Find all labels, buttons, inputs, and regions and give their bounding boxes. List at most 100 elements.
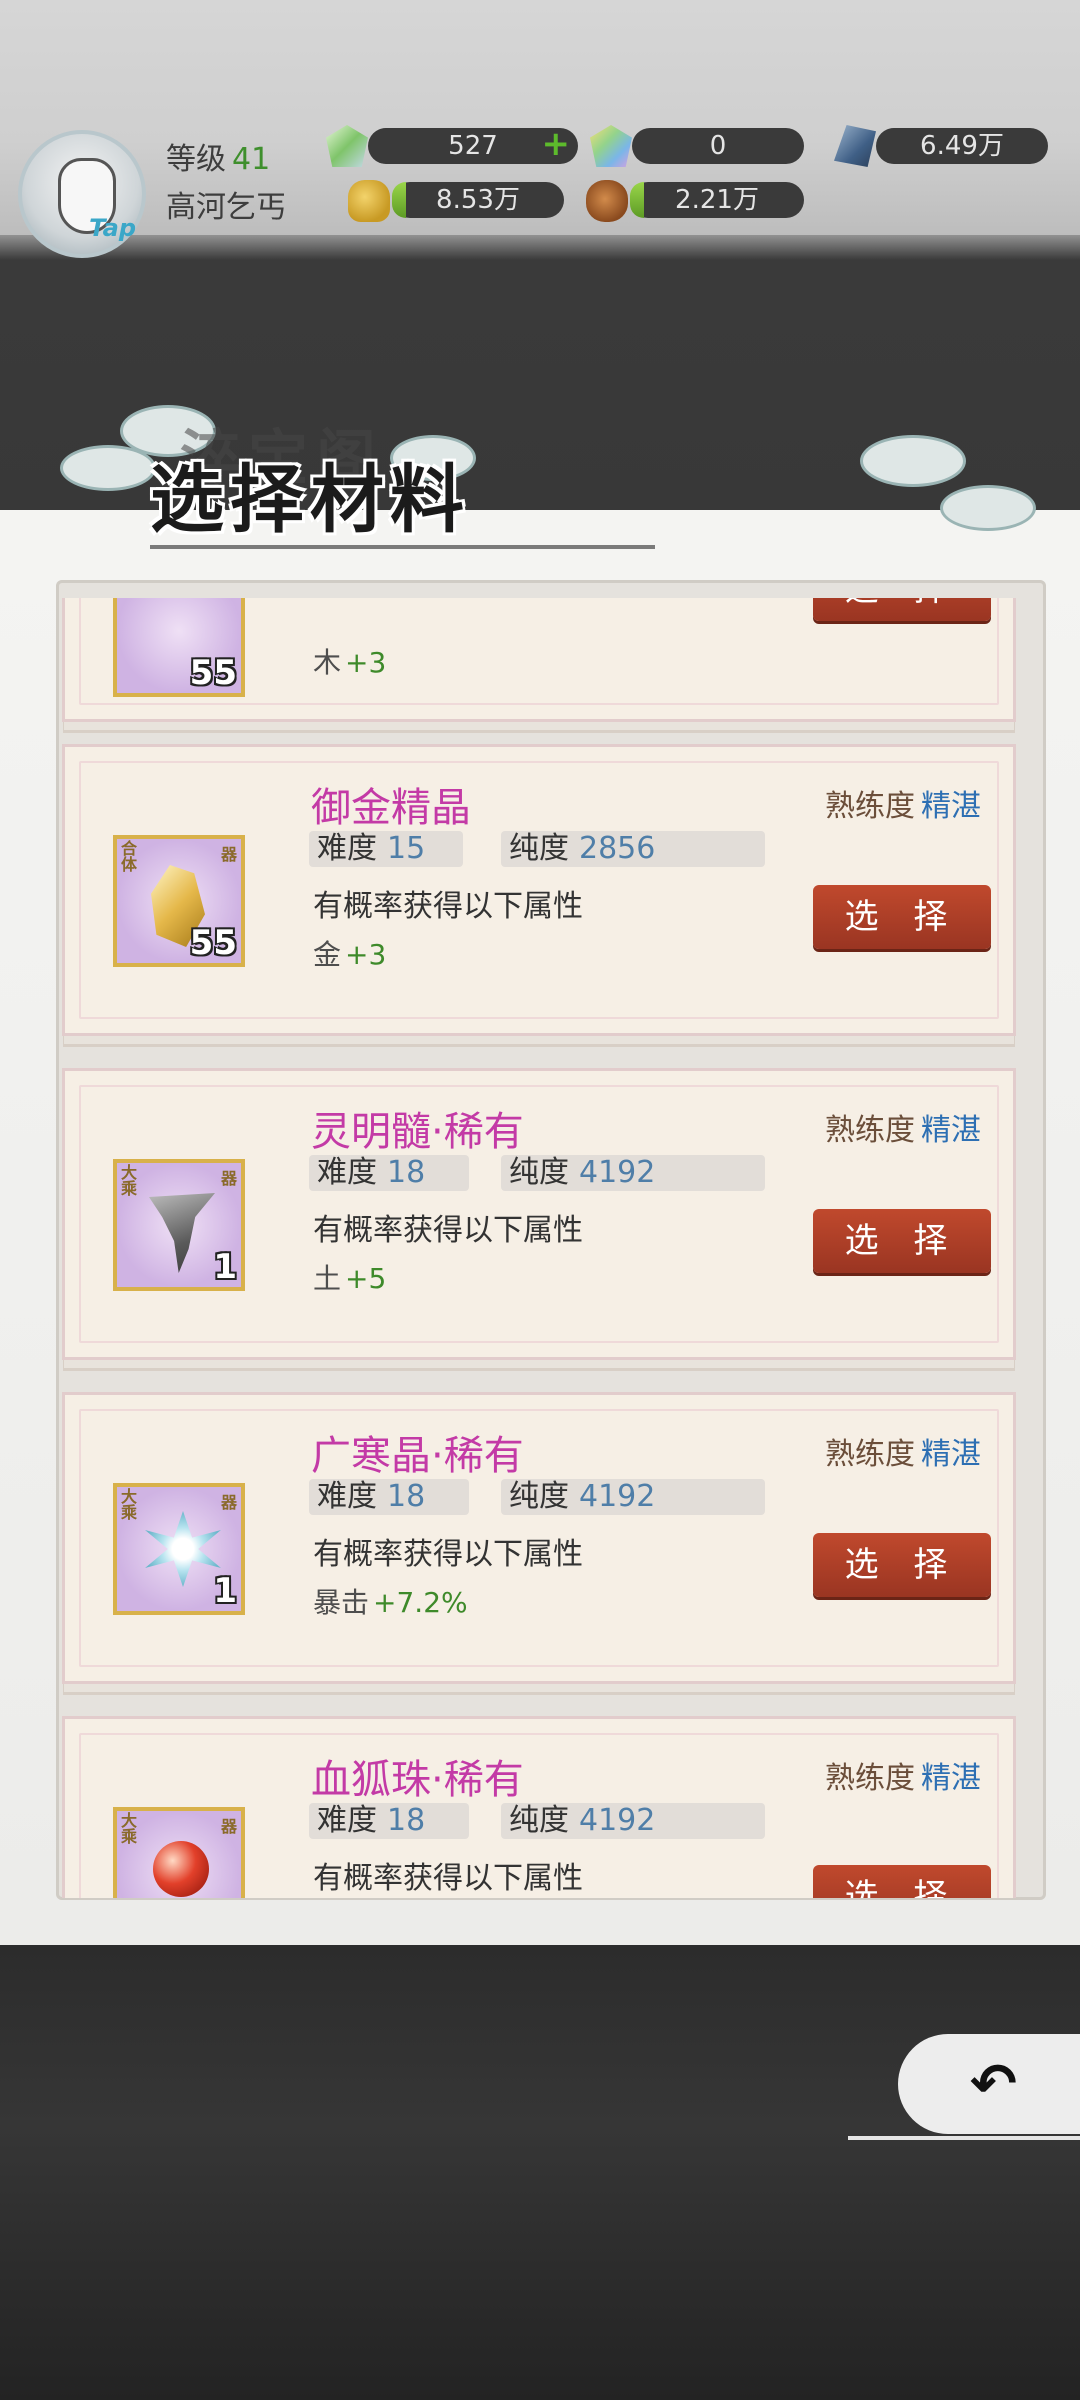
attribute-bonus: +3 <box>345 646 387 679</box>
proficiency-label: 熟练度 <box>825 1437 915 1472</box>
purity-value: 4192 <box>579 1155 656 1190</box>
purity-stat: 纯度 4192 <box>501 1803 765 1839</box>
attribute-name: 土 <box>313 1262 342 1295</box>
gold-fill <box>392 182 406 218</box>
realm-badge: 大乘 <box>121 1811 138 1846</box>
material-name: 广寒晶·稀有 <box>311 1433 524 1479</box>
material-card-1: 合体 器 55 御金精晶 熟练度 精湛 难度 15 纯度 2856 有概率获得以下属性… <box>62 744 1016 1036</box>
proficiency-label: 熟练度 <box>825 789 915 824</box>
plus-icon[interactable]: + <box>542 126 571 162</box>
gold-icon <box>348 180 390 222</box>
difficulty-label: 难度 <box>317 1155 377 1190</box>
blue-crystal-value: 6.49万 <box>920 131 1004 161</box>
attribute-name: 木 <box>313 646 342 679</box>
jade-value: 527 <box>448 131 498 161</box>
purity-stat: 纯度 2856 <box>501 831 765 867</box>
select-button[interactable]: 选 择 <box>813 598 991 621</box>
material-card-2: 大乘 器 1 灵明髓·稀有 熟练度 精湛 难度 18 纯度 4192 有概率获得以下属… <box>62 1068 1016 1360</box>
proficiency-value: 精湛 <box>921 1761 981 1796</box>
proficiency: 熟练度 精湛 <box>825 1753 981 1797</box>
rainbow-jade-counter: 0 <box>632 128 804 164</box>
material-quantity: 1 <box>213 1571 237 1611</box>
material-icon-box[interactable]: 大乘 器 1 <box>113 1483 245 1615</box>
level-label: 等级 41 <box>166 134 270 178</box>
avatar[interactable]: Tap <box>18 130 146 258</box>
proficiency-value: 精湛 <box>921 1437 981 1472</box>
attribute-name: 金 <box>313 938 342 971</box>
avatar-badge: Tap <box>89 214 136 242</box>
attribute-bonus: +3 <box>345 938 387 971</box>
purity-value: 4192 <box>579 1479 656 1514</box>
back-button[interactable]: ↶ <box>848 2034 1080 2140</box>
material-quantity: 1 <box>213 1247 237 1287</box>
material-card-0: 55 木+3 选 择 <box>62 598 1016 722</box>
purity-value: 2856 <box>579 831 656 866</box>
material-name: 御金精晶 <box>311 785 471 831</box>
material-card-4: 大乘 器 血狐珠·稀有 熟练度 精湛 难度 18 纯度 4192 有概率获得以下属性 … <box>62 1716 1016 1898</box>
difficulty-label: 难度 <box>317 1479 377 1514</box>
red-orb-icon <box>153 1841 209 1897</box>
proficiency: 熟练度 精湛 <box>825 1105 981 1149</box>
material-name: 血狐珠·稀有 <box>311 1757 524 1803</box>
purity-label: 纯度 <box>509 1155 569 1190</box>
select-button[interactable]: 选 择 <box>813 1533 991 1597</box>
bag-icon <box>586 180 628 222</box>
level-text: 等级 <box>166 142 226 177</box>
material-description: 有概率获得以下属性 <box>313 1861 583 1896</box>
equip-icon: 器 <box>220 1493 237 1512</box>
bag-value: 2.21万 <box>675 185 759 215</box>
proficiency: 熟练度 精湛 <box>825 781 981 825</box>
material-description: 有概率获得以下属性 <box>313 889 583 924</box>
difficulty-label: 难度 <box>317 1803 377 1838</box>
material-icon-box[interactable]: 55 <box>113 598 245 697</box>
proficiency-value: 精湛 <box>921 789 981 824</box>
difficulty-label: 难度 <box>317 831 377 866</box>
gold-value: 8.53万 <box>436 185 520 215</box>
purity-label: 纯度 <box>509 1803 569 1838</box>
attribute-bonus: +7.2% <box>373 1586 468 1619</box>
level-value: 41 <box>232 142 271 177</box>
back-underline <box>848 2136 1080 2140</box>
material-list[interactable]: 55 木+3 选 择 合体 器 55 御金精晶 熟练度精湛 难度15 纯度285… <box>60 598 1020 1898</box>
material-attribute: 暴击 +7.2% <box>313 1581 468 1621</box>
jade-counter: 527 + <box>368 126 578 164</box>
equip-icon: 器 <box>220 1817 237 1836</box>
equip-icon: 器 <box>220 845 237 864</box>
material-attribute: 木 +3 <box>313 641 386 681</box>
material-attribute: 土 +5 <box>313 1257 386 1297</box>
difficulty-value: 18 <box>387 1803 426 1838</box>
purity-stat: 纯度 4192 <box>501 1155 765 1191</box>
material-name: 灵明髓·稀有 <box>311 1109 524 1155</box>
select-button[interactable]: 选 择 <box>813 1865 991 1898</box>
select-button[interactable]: 选 择 <box>813 1209 991 1273</box>
rainbow-jade-icon <box>590 125 632 167</box>
material-icon-box[interactable]: 大乘 器 <box>113 1807 245 1898</box>
blue-crystal-icon <box>834 125 876 167</box>
material-description: 有概率获得以下属性 <box>313 1537 583 1572</box>
material-attribute: 金 +3 <box>313 933 386 973</box>
difficulty-value: 18 <box>387 1155 426 1190</box>
material-quantity: 55 <box>189 923 237 963</box>
select-button[interactable]: 选 择 <box>813 885 991 949</box>
proficiency-value: 精湛 <box>921 1113 981 1148</box>
proficiency-label: 熟练度 <box>825 1113 915 1148</box>
bag-fill <box>630 182 644 218</box>
proficiency: 熟练度 精湛 <box>825 1429 981 1473</box>
purity-value: 4192 <box>579 1803 656 1838</box>
bag-counter: 2.21万 <box>630 182 804 218</box>
title-underline <box>150 545 655 549</box>
material-icon-box[interactable]: 合体 器 55 <box>113 835 245 967</box>
difficulty-stat: 难度 15 <box>309 831 463 867</box>
jade-icon <box>326 125 368 167</box>
realm-badge: 大乘 <box>121 1487 138 1522</box>
material-quantity: 55 <box>189 653 237 693</box>
attribute-bonus: +5 <box>345 1262 387 1295</box>
purity-label: 纯度 <box>509 831 569 866</box>
stone-icon <box>149 1193 215 1273</box>
material-icon-box[interactable]: 大乘 器 1 <box>113 1159 245 1291</box>
snowflake-icon <box>145 1511 221 1587</box>
purity-label: 纯度 <box>509 1479 569 1514</box>
difficulty-stat: 难度 18 <box>309 1155 469 1191</box>
material-card-3: 大乘 器 1 广寒晶·稀有 熟练度 精湛 难度 18 纯度 4192 有概率获得以下属… <box>62 1392 1016 1684</box>
equip-icon: 器 <box>220 1169 237 1188</box>
